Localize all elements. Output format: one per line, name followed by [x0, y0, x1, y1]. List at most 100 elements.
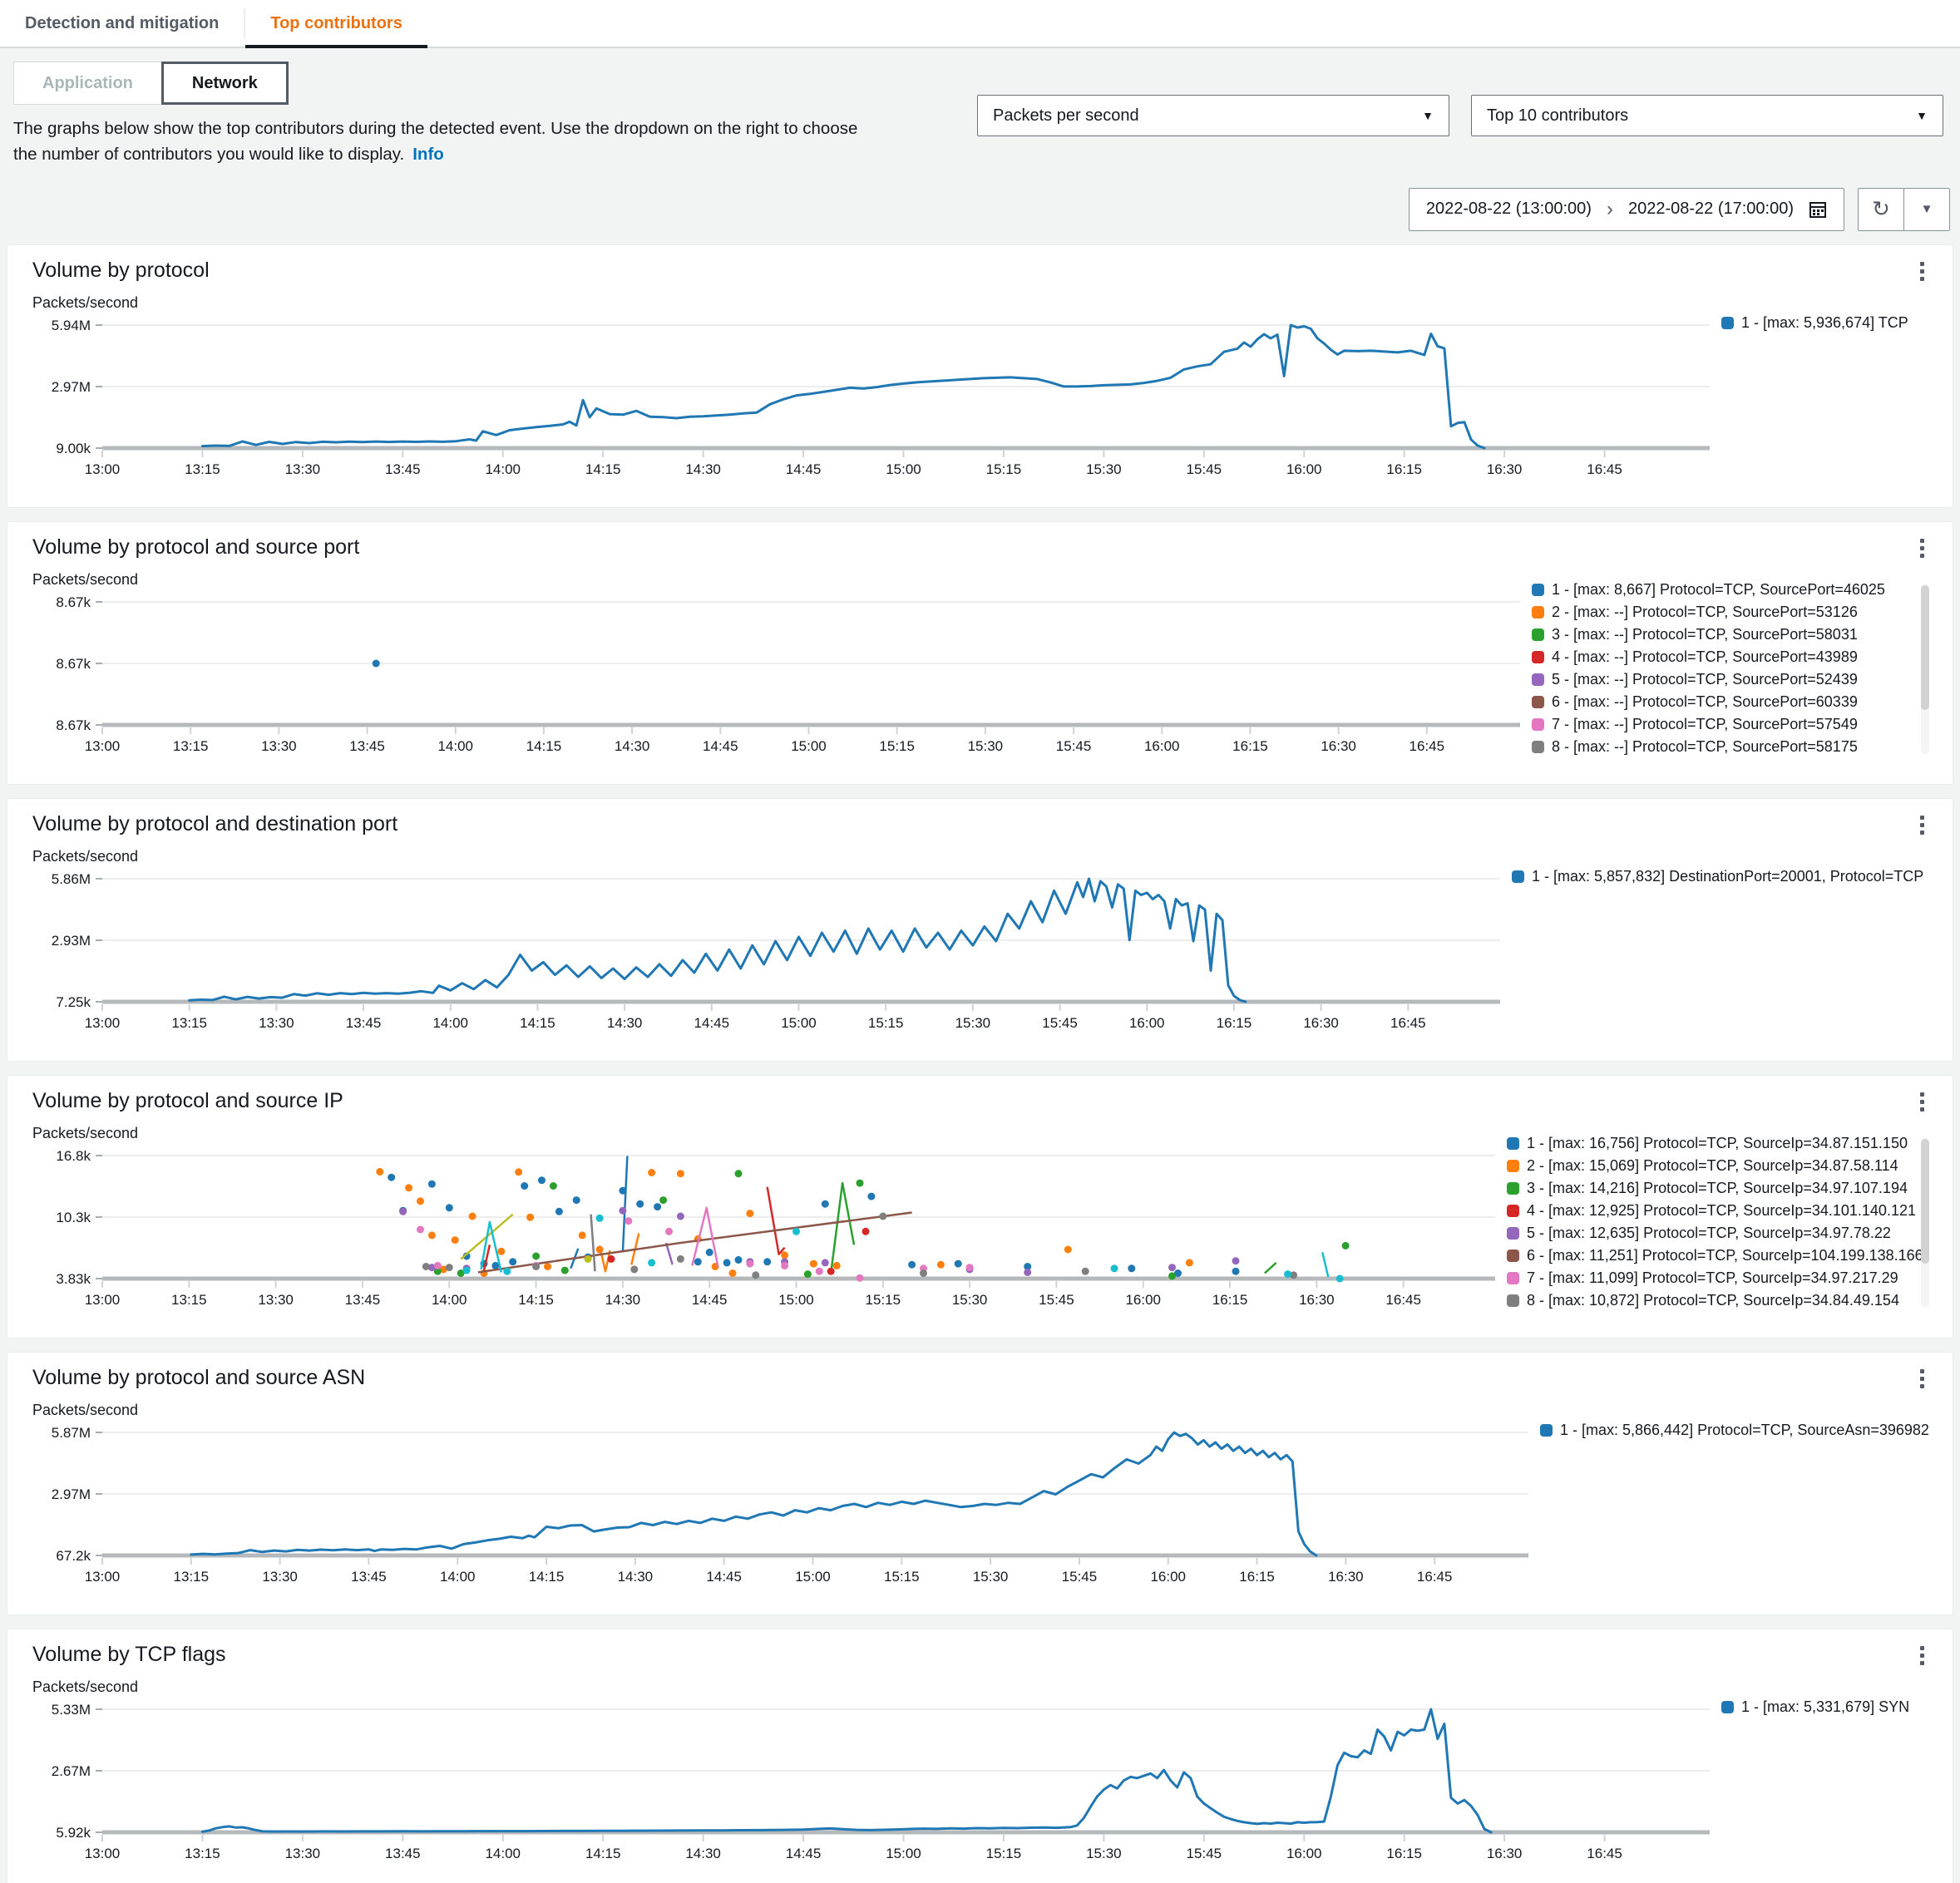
svg-text:14:15: 14:15 [529, 1569, 565, 1585]
date-range-control[interactable]: 2022-08-22 (13:00:00) › 2022-08-22 (17:0… [1408, 187, 1844, 231]
panel-menu-button[interactable] [1913, 812, 1931, 838]
refresh-options-button[interactable]: ▼ [1903, 187, 1950, 231]
chart-plot[interactable]: 5.86M 2.93M 7.25k 13:00 13:15 13:30 13:45 14:00… [32, 869, 1502, 1035]
legend-item[interactable]: 8 - [max: --] Protocol=TCP, SourcePort=5… [1532, 736, 1913, 758]
legend-item[interactable]: 1 - [max: 5,857,832] DestinationPort=200… [1512, 865, 1929, 888]
svg-text:67.2k: 67.2k [56, 1548, 91, 1564]
kebab-dot-icon [1920, 1107, 1924, 1112]
chart-panels: Volume by protocol Packets/second 5.94M 2.9… [7, 244, 1953, 1883]
svg-text:16:30: 16:30 [1321, 738, 1356, 754]
chart-plot[interactable]: 16.8k 10.3k 3.83k 13:00 13:15 13:30 13:45 14:00… [32, 1146, 1497, 1312]
legend-item[interactable]: 7 - [max: 11,099] Protocol=TCP, SourceIp… [1507, 1267, 1913, 1289]
svg-text:14:00: 14:00 [432, 1292, 467, 1308]
svg-text:16:00: 16:00 [1125, 1292, 1161, 1308]
legend-item[interactable]: 4 - [max: 12,925] Protocol=TCP, SourceIp… [1507, 1200, 1916, 1222]
svg-text:16:45: 16:45 [1587, 1846, 1622, 1861]
legend-item[interactable]: 6 - [max: 11,251] Protocol=TCP, SourceIp… [1507, 1245, 1923, 1267]
panel-menu-button[interactable] [1913, 1089, 1931, 1115]
svg-text:5.94M: 5.94M [52, 318, 91, 333]
legend-item[interactable]: 3 - [max: --] Protocol=TCP, SourcePort=5… [1532, 624, 1913, 646]
svg-text:16:45: 16:45 [1417, 1569, 1453, 1585]
legend-scrollbar-thumb[interactable] [1921, 584, 1929, 710]
chart-plot[interactable]: 8.67k 8.67k 8.67k 13:00 13:15 13:30 13:45 14:00… [32, 592, 1522, 758]
legend-item[interactable]: 8 - [max: 10,872] Protocol=TCP, SourceIp… [1507, 1289, 1913, 1312]
svg-text:14:00: 14:00 [440, 1569, 476, 1585]
legend-scrollbar-thumb[interactable] [1921, 1138, 1929, 1264]
contributors-select[interactable]: Top 10 contributors ▼ [1471, 95, 1943, 136]
svg-text:15:15: 15:15 [879, 738, 915, 754]
panel-title: Volume by protocol and source port [32, 535, 360, 559]
legend-item[interactable]: 1 - [max: 16,756] Protocol=TCP, SourceIp… [1507, 1132, 1913, 1155]
legend-item[interactable]: 1 - [max: 5,936,674] TCP [1721, 312, 1929, 334]
legend-scrollbar[interactable] [1921, 1136, 1929, 1308]
panel-menu-button[interactable] [1913, 535, 1931, 561]
legend-item[interactable]: 3 - [max: 14,216] Protocol=TCP, SourceIp… [1507, 1177, 1913, 1200]
legend-label: 1 - [max: 5,857,832] DestinationPort=200… [1532, 867, 1924, 885]
svg-text:13:00: 13:00 [85, 738, 121, 754]
svg-text:16:15: 16:15 [1239, 1569, 1275, 1585]
info-link[interactable]: Info [412, 145, 444, 164]
chart-plot[interactable]: 5.33M 2.67M 5.92k 13:00 13:15 13:30 13:45 14:00… [32, 1699, 1711, 1866]
calendar-icon[interactable] [1809, 200, 1827, 219]
date-range-end[interactable]: 2022-08-22 (17:00:00) [1628, 200, 1794, 219]
legend-item[interactable]: 1 - [max: 5,866,442] Protocol=TCP, Sourc… [1540, 1419, 1929, 1442]
y-axis-label: Packets/second [32, 847, 139, 865]
svg-text:13:30: 13:30 [285, 1846, 321, 1861]
svg-text:13:00: 13:00 [85, 1569, 121, 1585]
svg-text:13:15: 13:15 [174, 1569, 210, 1585]
panel-menu-button[interactable] [1913, 259, 1931, 284]
chart-area: 5.86M 2.93M 7.25k 13:00 13:15 13:30 13:45 14:00… [32, 869, 1502, 1035]
chart-legend: 1 - [max: 5,331,679] SYN [1721, 1696, 1929, 1718]
legend-item[interactable]: 1 - [max: 5,331,679] SYN [1721, 1696, 1929, 1718]
legend-label: 1 - [max: 5,866,442] Protocol=TCP, Sourc… [1560, 1421, 1929, 1438]
tab-top-contributors[interactable]: Top contributors [245, 0, 427, 48]
svg-text:8.67k: 8.67k [56, 717, 91, 733]
network-toggle-button[interactable]: Network [160, 62, 289, 105]
svg-text:16:45: 16:45 [1390, 1015, 1426, 1031]
legend-item[interactable]: 7 - [max: --] Protocol=TCP, SourcePort=5… [1532, 713, 1913, 736]
svg-text:15:45: 15:45 [1187, 1846, 1222, 1861]
legend-swatch-icon [1532, 695, 1544, 708]
svg-text:16:15: 16:15 [1386, 461, 1422, 477]
panel-menu-button[interactable] [1913, 1366, 1931, 1392]
svg-text:13:30: 13:30 [261, 738, 297, 754]
svg-text:16:45: 16:45 [1385, 1292, 1421, 1308]
svg-text:13:00: 13:00 [85, 1846, 121, 1861]
legend-item[interactable]: 1 - [max: 8,667] Protocol=TCP, SourcePor… [1532, 579, 1913, 601]
legend-label: 5 - [max: --] Protocol=TCP, SourcePort=5… [1552, 670, 1858, 688]
kebab-dot-icon [1920, 1376, 1924, 1381]
svg-text:14:30: 14:30 [618, 1569, 654, 1585]
legend-item[interactable]: 2 - [max: --] Protocol=TCP, SourcePort=5… [1532, 601, 1913, 624]
svg-text:16:30: 16:30 [1487, 461, 1523, 477]
svg-text:13:00: 13:00 [85, 461, 121, 477]
svg-text:16:15: 16:15 [1217, 1015, 1252, 1031]
y-axis-label: Packets/second [32, 1678, 139, 1695]
date-range-start[interactable]: 2022-08-22 (13:00:00) [1426, 200, 1592, 219]
kebab-dot-icon [1920, 269, 1924, 274]
application-toggle-button[interactable]: Application [13, 62, 162, 105]
svg-text:15:00: 15:00 [791, 738, 827, 754]
chart-plot[interactable]: 5.94M 2.97M 9.00k 13:00 13:15 13:30 13:45 14:00… [32, 315, 1711, 481]
svg-text:14:30: 14:30 [615, 738, 650, 754]
legend-item[interactable]: 5 - [max: 12,635] Protocol=TCP, SourceIp… [1507, 1222, 1913, 1245]
description-text: The graphs below show the top contributo… [13, 116, 870, 168]
chart-plot[interactable]: 5.87M 2.97M 67.2k 13:00 13:15 13:30 13:45 14:00… [32, 1422, 1530, 1589]
legend-item[interactable]: 4 - [max: --] Protocol=TCP, SourcePort=4… [1532, 646, 1913, 668]
panel-menu-button[interactable] [1913, 1643, 1931, 1669]
svg-text:8.67k: 8.67k [56, 594, 91, 610]
tab-detection-and-mitigation[interactable]: Detection and mitigation [0, 0, 244, 47]
legend-item[interactable]: 2 - [max: 15,069] Protocol=TCP, SourceIp… [1507, 1155, 1913, 1177]
svg-text:16.8k: 16.8k [56, 1148, 91, 1164]
legend-swatch-icon [1532, 717, 1544, 731]
legend-item[interactable]: 5 - [max: --] Protocol=TCP, SourcePort=5… [1532, 668, 1913, 691]
svg-text:16:15: 16:15 [1232, 738, 1268, 754]
metric-select[interactable]: Packets per second ▼ [977, 95, 1449, 136]
svg-text:15:00: 15:00 [886, 1846, 921, 1861]
svg-text:14:15: 14:15 [585, 461, 621, 477]
refresh-button[interactable]: ↻ [1858, 187, 1904, 231]
kebab-dot-icon [1920, 815, 1924, 820]
legend-item[interactable]: 6 - [max: --] Protocol=TCP, SourcePort=6… [1532, 691, 1913, 713]
metric-select-value: Packets per second [993, 106, 1139, 125]
chart-legend: 1 - [max: 5,866,442] Protocol=TCP, Sourc… [1540, 1419, 1929, 1442]
legend-scrollbar[interactable] [1921, 583, 1929, 754]
